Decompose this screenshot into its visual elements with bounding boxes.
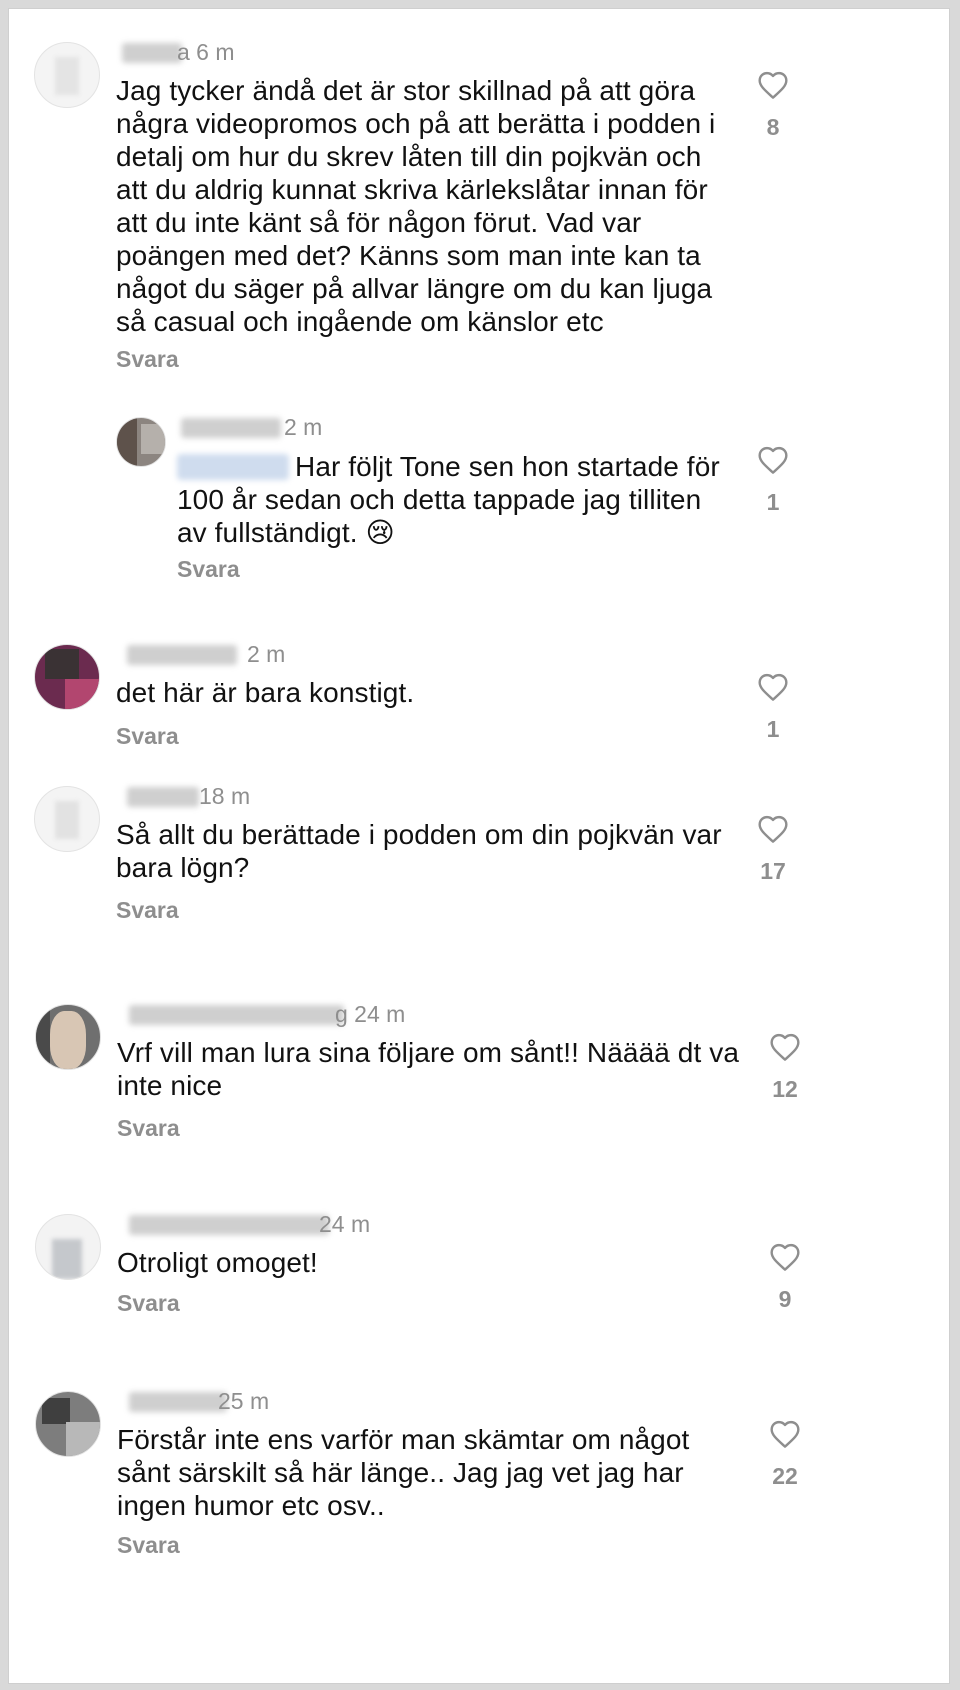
comment-text: Vrf vill man lura sina följare om sånt!!… [117,1037,739,1101]
avatar[interactable] [34,786,100,852]
comment-text: det här är bara konstigt. [116,677,415,708]
comment-time: 24 m [319,1211,371,1237]
reply-button[interactable]: Svara [117,1289,180,1317]
comment-time: g 24 m [335,1001,406,1027]
like-count: 1 [766,489,780,515]
comment-text: Otroligt omoget! [117,1247,318,1278]
heart-outline-icon [770,1033,800,1061]
avatar[interactable] [34,42,100,108]
like-button[interactable]: 17 [743,814,803,885]
like-count: 1 [766,716,780,742]
like-count: 12 [772,1076,798,1102]
comment-time: 18 m [199,783,251,809]
like-button[interactable]: 12 [755,1032,815,1103]
reply-button[interactable]: Svara [116,345,179,373]
comment-time: 25 m [218,1388,270,1414]
comment-text: Har följt Tone sen hon startade för 100 … [177,451,720,548]
reply-button[interactable]: Svara [117,1531,180,1559]
comment-time: 2 m [247,641,286,667]
reply-button[interactable]: Svara [177,555,240,583]
comment-text: Förstår inte ens varför man skämtar om n… [117,1424,690,1521]
mention[interactable] [177,454,289,480]
reply-button[interactable]: Svara [116,896,179,924]
heart-outline-icon [758,446,788,474]
comment-time: a 6 m [177,39,235,65]
avatar[interactable] [34,644,100,710]
like-button[interactable]: 22 [755,1419,815,1490]
comment-text: Jag tycker ändå det är stor skillnad på … [116,75,716,337]
like-count: 22 [772,1463,798,1489]
heart-outline-icon [758,673,788,701]
avatar[interactable] [116,417,166,467]
heart-outline-icon [758,71,788,99]
like-count: 8 [766,114,780,140]
comment-text: Så allt du berättade i podden om din poj… [116,819,722,883]
heart-outline-icon [770,1243,800,1271]
avatar[interactable] [35,1391,101,1457]
like-count: 9 [778,1286,792,1312]
heart-outline-icon [770,1420,800,1448]
reply-button[interactable]: Svara [116,722,179,750]
like-button[interactable]: 8 [743,70,803,141]
like-button[interactable]: 9 [755,1242,815,1313]
like-button[interactable]: 1 [743,672,803,743]
comment-time: 2 m [284,414,323,440]
avatar[interactable] [35,1004,101,1070]
comments-panel: a 6 m Jag tycker ändå det är stor skilln… [8,8,950,1684]
like-count: 17 [760,858,786,884]
heart-outline-icon [758,815,788,843]
avatar[interactable] [35,1214,101,1280]
like-button[interactable]: 1 [743,445,803,516]
reply-button[interactable]: Svara [117,1114,180,1142]
